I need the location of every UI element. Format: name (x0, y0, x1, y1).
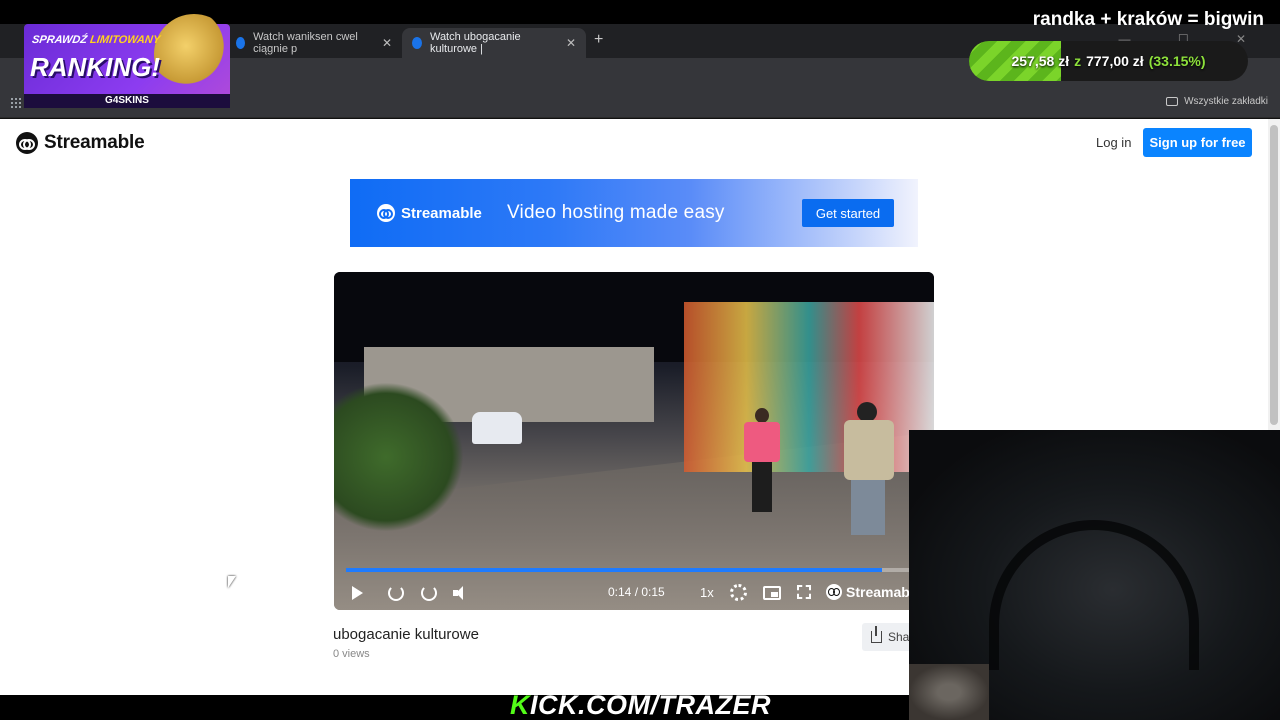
scrollbar-thumb[interactable] (1270, 125, 1278, 425)
playback-speed-button[interactable]: 1x (700, 585, 714, 600)
player-brand-link[interactable]: Streamable (826, 584, 921, 600)
promo-line1-highlight: LIMITOWANY (89, 34, 161, 46)
kick-url-rest: ICK.COM/TRAZER (530, 690, 771, 720)
all-bookmarks-label: Wszystkie zakładki (1184, 96, 1268, 107)
promo-line1: SPRAWDŹ LIMITOWANY (31, 34, 161, 46)
tab-label: Watch waniksen cwel ciągnie p (253, 31, 358, 55)
forward-icon[interactable] (421, 585, 437, 601)
video-views: 0 views (333, 648, 370, 660)
share-icon (871, 626, 882, 643)
get-started-button[interactable]: Get started (802, 199, 894, 227)
video-player[interactable]: 0:14 / 0:15 1x Streamable (334, 272, 934, 610)
streamable-logo-icon (377, 204, 395, 222)
goal-separator: z (1074, 53, 1082, 69)
tab-label: Watch ubogacanie kulturowe | (429, 31, 521, 55)
folder-icon (1166, 97, 1179, 106)
video-frame-trees (334, 382, 464, 532)
bottom-strip (0, 695, 909, 720)
stream-title: randka + kraków = bigwin (1032, 9, 1264, 30)
logo-text: Streamable (44, 132, 145, 153)
webcam-headset (989, 520, 1199, 670)
volume-icon[interactable] (453, 586, 467, 600)
webcam-desk (909, 664, 989, 720)
streamable-logo-icon (16, 132, 38, 154)
promo-line2: RANKING! (30, 52, 160, 82)
streamable-favicon-icon (412, 37, 422, 49)
mouse-cursor-icon (228, 576, 236, 588)
video-frame-person (839, 402, 899, 542)
donation-goal-bar: 257,58 zł z 777,00 zł (33.15%) (969, 41, 1248, 81)
signup-button[interactable]: Sign up for free (1143, 128, 1252, 157)
player-controls: 0:14 / 0:15 1x Streamable (334, 576, 934, 610)
play-icon[interactable] (352, 586, 363, 600)
streamable-logo[interactable]: Streamable (16, 132, 145, 154)
stream-frame: Watch waniksen cwel ciągnie p ✕ Watch ub… (0, 0, 1280, 720)
fullscreen-icon[interactable] (797, 585, 811, 599)
goal-percent: (33.15%) (1148, 53, 1206, 69)
streamable-logo-icon (826, 584, 842, 600)
settings-icon[interactable] (730, 584, 747, 601)
close-tab-icon[interactable]: ✕ (382, 36, 392, 50)
tab-ubogacanie[interactable]: Watch ubogacanie kulturowe | ✕ (402, 28, 586, 58)
video-frame-car (472, 412, 522, 444)
banner-logo-text: Streamable (401, 204, 482, 222)
picture-in-picture-icon[interactable] (763, 586, 781, 600)
share-label: Sha (888, 630, 910, 644)
webcam-overlay (909, 430, 1280, 720)
donation-goal-text: 257,58 zł z 777,00 zł (33.15%) (969, 41, 1248, 81)
goal-target: 777,00 zł (1086, 53, 1144, 69)
close-tab-icon[interactable]: ✕ (566, 36, 576, 50)
all-bookmarks-button[interactable]: Wszystkie zakładki (1166, 96, 1268, 107)
new-tab-button[interactable]: + (594, 31, 603, 49)
banner-logo: Streamable (377, 204, 482, 222)
login-link[interactable]: Log in (1096, 135, 1131, 150)
promo-badge-icon (154, 14, 234, 94)
kick-url: KICK.COM/TRAZER (510, 690, 771, 720)
promo-brand: G4SKINS (24, 94, 230, 108)
banner-tagline: Video hosting made easy (507, 202, 725, 223)
rewind-icon[interactable] (388, 585, 404, 601)
kick-url-prefix: K (510, 690, 530, 720)
video-title: ubogacanie kulturowe (333, 626, 479, 643)
time-display: 0:14 / 0:15 (608, 585, 665, 599)
promo-overlay: SPRAWDŹ LIMITOWANY RANKING! G4SKINS (14, 14, 239, 110)
promo-line1-prefix: SPRAWDŹ (31, 34, 91, 46)
ad-banner[interactable]: Streamable Video hosting made easy Get s… (350, 179, 918, 247)
video-frame-person (744, 408, 780, 512)
goal-current: 257,58 zł (1011, 53, 1070, 69)
tab-waniksen[interactable]: Watch waniksen cwel ciągnie p ✕ (226, 28, 402, 58)
video-progress-fill (346, 568, 882, 572)
video-progress-bar[interactable] (346, 568, 922, 572)
